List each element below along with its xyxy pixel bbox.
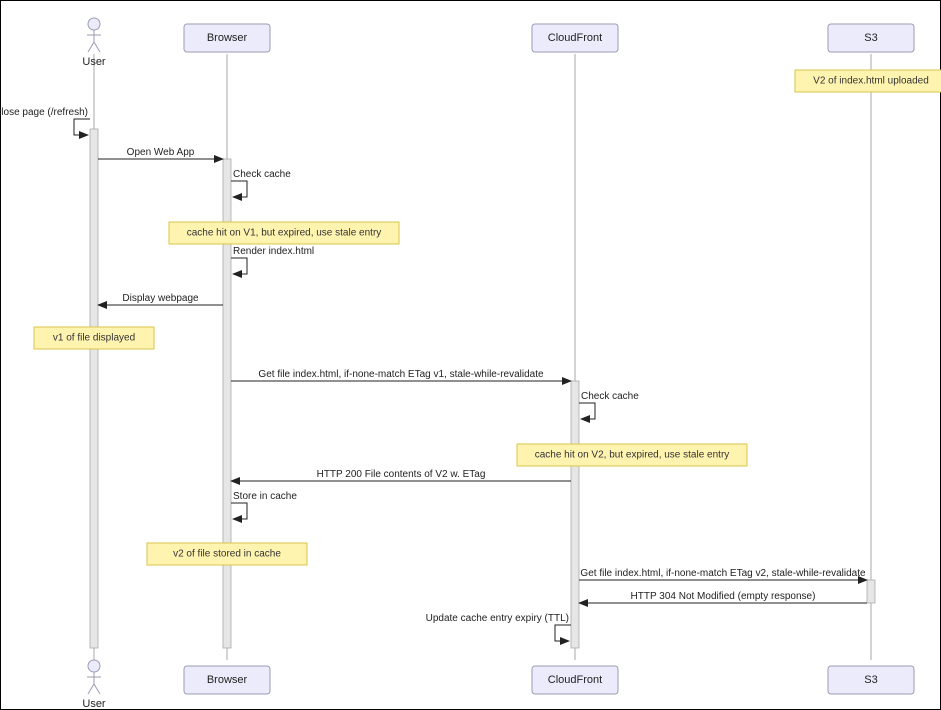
- note-n_s3_v2: V2 of index.html uploaded: [795, 70, 941, 92]
- message-label: Open and close page (/refresh): [0, 107, 88, 118]
- message-m_get_cf: Get file index.html, if-none-match ETag …: [231, 369, 571, 381]
- participant-label: Browser: [207, 674, 248, 686]
- message-label: Render index.html: [233, 246, 314, 257]
- participant-browser: Browser: [184, 666, 270, 694]
- actor-label: User: [82, 698, 106, 710]
- note-n_hit_v2: cache hit on V2, but expired, use stale …: [517, 444, 747, 466]
- participant-label: Browser: [207, 32, 248, 44]
- note-label: cache hit on V1, but expired, use stale …: [187, 228, 382, 239]
- participant-s3: S3: [828, 24, 914, 52]
- activation-user: [90, 129, 98, 648]
- participant-label: S3: [864, 32, 877, 44]
- activation-s3: [867, 580, 875, 603]
- message-label: Get file index.html, if-none-match ETag …: [258, 369, 544, 380]
- participant-s3: S3: [828, 666, 914, 694]
- participant-label: CloudFront: [548, 674, 602, 686]
- actor-label: User: [82, 56, 106, 68]
- message-label: Display webpage: [122, 293, 199, 304]
- participant-label: CloudFront: [548, 32, 602, 44]
- message-m_get_s3: Get file index.html, if-none-match ETag …: [579, 568, 867, 580]
- message-label: Update cache entry expiry (TTL): [426, 613, 569, 624]
- note-n_v1_disp: v1 of file displayed: [34, 327, 154, 349]
- note-n_hit_v1: cache hit on V1, but expired, use stale …: [169, 222, 399, 244]
- participant-cloudfront: CloudFront: [532, 24, 618, 52]
- note-label: V2 of index.html uploaded: [813, 76, 929, 87]
- note-label: cache hit on V2, but expired, use stale …: [535, 450, 730, 461]
- message-label: Check cache: [581, 391, 639, 402]
- participant-cloudfront: CloudFront: [532, 666, 618, 694]
- message-label: HTTP 304 Not Modified (empty response): [631, 591, 816, 602]
- note-label: v1 of file displayed: [53, 333, 135, 344]
- message-label: Check cache: [233, 169, 291, 180]
- participant-browser: Browser: [184, 24, 270, 52]
- note-label: v2 of file stored in cache: [173, 549, 281, 560]
- note-n_v2_store: v2 of file stored in cache: [147, 543, 307, 565]
- message-label: Open Web App: [127, 147, 195, 158]
- message-label: Store in cache: [233, 491, 297, 502]
- message-label: HTTP 200 File contents of V2 w. ETag: [317, 469, 486, 480]
- activation-cloudfront: [571, 381, 579, 648]
- sequence-diagram: User Browser CloudFront S3 User Browser CloudF…: [0, 0, 941, 710]
- participant-label: S3: [864, 674, 877, 686]
- message-label: Get file index.html, if-none-match ETag …: [580, 568, 866, 579]
